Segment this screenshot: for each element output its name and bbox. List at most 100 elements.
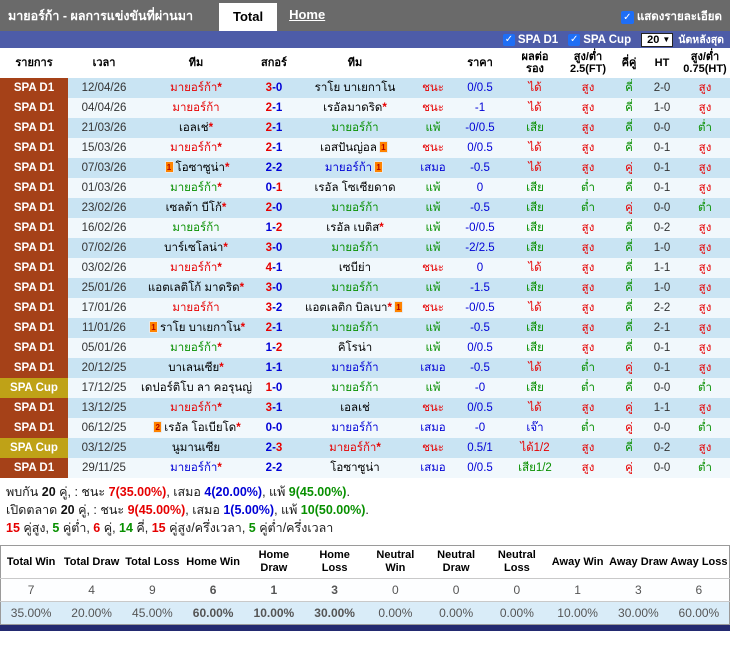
stats-counts-row: 749613000136 (0, 578, 730, 602)
column-header: ทีม (140, 48, 252, 78)
league-badge: SPA D1 (0, 298, 68, 318)
over-under-ht-cell: ต่ำ (680, 118, 730, 138)
summary-segment: 9(45.00%) (127, 503, 186, 517)
summary-segment: 4(20.00%) (204, 485, 263, 499)
home-team: มายอร์ก้า (140, 98, 252, 118)
odds-cell: -2/2.5 (452, 238, 508, 258)
home-mark-star: * (379, 222, 384, 234)
score: 2-0 (252, 198, 296, 218)
team-name: มายอร์ก้า (331, 322, 379, 334)
stats-count: 0 (365, 578, 426, 602)
home-mark-star: * (240, 322, 246, 334)
handicap-result-cell: เสีย (508, 338, 562, 358)
odds-cell: -0 (452, 378, 508, 398)
team-name: เรอัลมาดริด (323, 102, 383, 114)
over-under-ft-cell: สูง (562, 138, 614, 158)
away-goals: 0 (275, 382, 283, 394)
match-row: SPA D1 13/12/25 มายอร์ก้า* 3-1 เอลเช่ ชนะ 0/0.… (0, 398, 730, 418)
home-team: นูมานเซีย (140, 438, 252, 458)
result-cell: แพ้ (414, 218, 452, 238)
odds-cell: -0.5 (452, 318, 508, 338)
ht-score-cell: 1-0 (644, 278, 680, 298)
match-row: SPA Cup17/12/25เดปอร์ติโบ ลา คอรุนญ่า*1-… (0, 378, 730, 398)
match-date: 15/03/26 (68, 138, 140, 158)
away-goals: 0 (275, 282, 283, 294)
summary-segment: 1(5.00%) (223, 503, 275, 517)
page-title: มายอร์ก้า - ผลการแข่งขันที่ผ่านมา (8, 8, 193, 23)
summary-segment: , เสมอ (166, 485, 205, 499)
odd-even-cell: คู่ (614, 158, 644, 178)
match-row: SPA D1 07/02/26 บาร์เซโลน่า* 3-0 มายอร์ก้า แพ… (0, 238, 730, 258)
summary-segment: 20 (60, 503, 75, 517)
odd-even-cell: คี่ (614, 278, 644, 298)
summary-totals: 15 คู่สูง, 5 คู่ต่ำ, 6 คู่, 14 คี่, 15 ค… (6, 519, 730, 537)
ht-score-cell: 0-2 (644, 218, 680, 238)
match-row: SPA D1 01/03/26 มายอร์ก้า* 0-1 เรอัล โซเซียด… (0, 178, 730, 198)
match-date: 05/01/26 (68, 338, 140, 358)
home-team: มายอร์ก้า (140, 218, 252, 238)
over-under-ht-cell: สูง (680, 138, 730, 158)
league-badge: SPA D1 (0, 118, 68, 138)
red-card-badge: 1 (393, 301, 403, 313)
away-team: เอสปันญ่อล 1 (296, 138, 414, 158)
over-under-ft-cell: สูง (562, 258, 614, 278)
results-table-header: รายการ เวลา ทีม สกอร์ ทีม ราคา ผลต่อ รอง สูง/ต่… (0, 48, 730, 78)
odds-cell: -0/0.5 (452, 218, 508, 238)
league-badge: SPA Cup (0, 438, 68, 458)
over-under-ft-cell: สูง (562, 98, 614, 118)
filter-spa-cup-checkbox[interactable]: ✓ (568, 33, 581, 46)
team-name: มายอร์ก้า (170, 402, 218, 414)
stats-header: Total Draw (61, 545, 122, 579)
over-under-ht-cell: สูง (680, 398, 730, 418)
ht-score-cell: 0-1 (644, 138, 680, 158)
away-goals: 1 (275, 142, 283, 154)
match-row: SPA D1 15/03/26 มายอร์ก้า* 2-1 เอสปันญ่อล 1 ชน… (0, 138, 730, 158)
home-team: แอตเลติโก้ มาดริด* (140, 278, 252, 298)
team-name: มายอร์ก้า (331, 122, 379, 134)
home-team: เอลเช่* (140, 118, 252, 138)
away-team: มายอร์ก้า (296, 198, 414, 218)
tab-total[interactable]: Total (218, 3, 278, 31)
team-name: บาร์เซโลน่า (164, 242, 224, 254)
match-date: 20/12/25 (68, 358, 140, 378)
match-row: SPA D1 21/03/26 เอลเช่* 2-1 มายอร์ก้า แพ้ -0/0… (0, 118, 730, 138)
stats-table: Total Win Total Draw Total Loss Home Win Hom… (0, 545, 730, 625)
home-team: มายอร์ก้า* (140, 178, 252, 198)
stats-percent: 10.00% (243, 601, 305, 625)
home-mark-star: * (217, 262, 222, 274)
home-team: บาเลนเซีย* (140, 358, 252, 378)
handicap-result-cell: เสีย1/2 (508, 458, 562, 478)
match-count-select[interactable]: 20 ▼ (641, 32, 674, 47)
odds-cell: 0/0.5 (452, 78, 508, 98)
results-table-body: SPA D1 12/04/26 มายอร์ก้า* 3-0 ราโย บาเยกาโน… (0, 78, 730, 478)
filter-spa-d1-checkbox[interactable]: ✓ (502, 33, 515, 46)
result-cell: ชนะ (414, 398, 452, 418)
stats-count: 1 (547, 578, 608, 602)
stats-table-header: Total Win Total Draw Total Loss Home Win Hom… (0, 545, 730, 579)
handicap-result-cell: เสีย (508, 218, 562, 238)
home-mark-star: * (208, 122, 214, 134)
home-mark-star: * (217, 462, 222, 474)
away-team: แอตเลติก บิลเบา* 1 (296, 298, 414, 318)
odds-cell: -0/0.5 (452, 118, 508, 138)
checkbox-checked-icon[interactable]: ✓ (620, 10, 634, 24)
ht-score-cell: 1-0 (644, 238, 680, 258)
over-under-ht-cell: สูง (680, 78, 730, 98)
show-details-checkbox[interactable]: ✓ แสดงรายละเอียด (620, 8, 722, 26)
match-row: SPA Cup 03/12/25 นูมานเซีย 2-3 มายอร์ก้า* ชนะ… (0, 438, 730, 458)
summary-segment: 15 (6, 521, 20, 535)
summary-segment: คู่ต่ำ/ครึ่งเวลา (255, 521, 334, 535)
stats-percent: 35.00% (0, 601, 62, 625)
over-under-ft-cell: สูง (562, 398, 614, 418)
match-date: 25/01/26 (68, 278, 140, 298)
home-mark-star: * (221, 202, 227, 214)
stats-header: Home Draw (243, 545, 305, 579)
tab-home[interactable]: Home (277, 1, 337, 31)
away-goals: 2 (275, 302, 283, 314)
team-name: มายอร์ก้า (170, 182, 218, 194)
away-goals: 0 (275, 242, 283, 254)
team-name: แอตเลติโก้ มาดริด (147, 282, 240, 294)
score: 2-3 (252, 438, 296, 458)
red-card-badge: 1 (164, 161, 174, 173)
team-name: นูมานเซีย (171, 442, 221, 454)
